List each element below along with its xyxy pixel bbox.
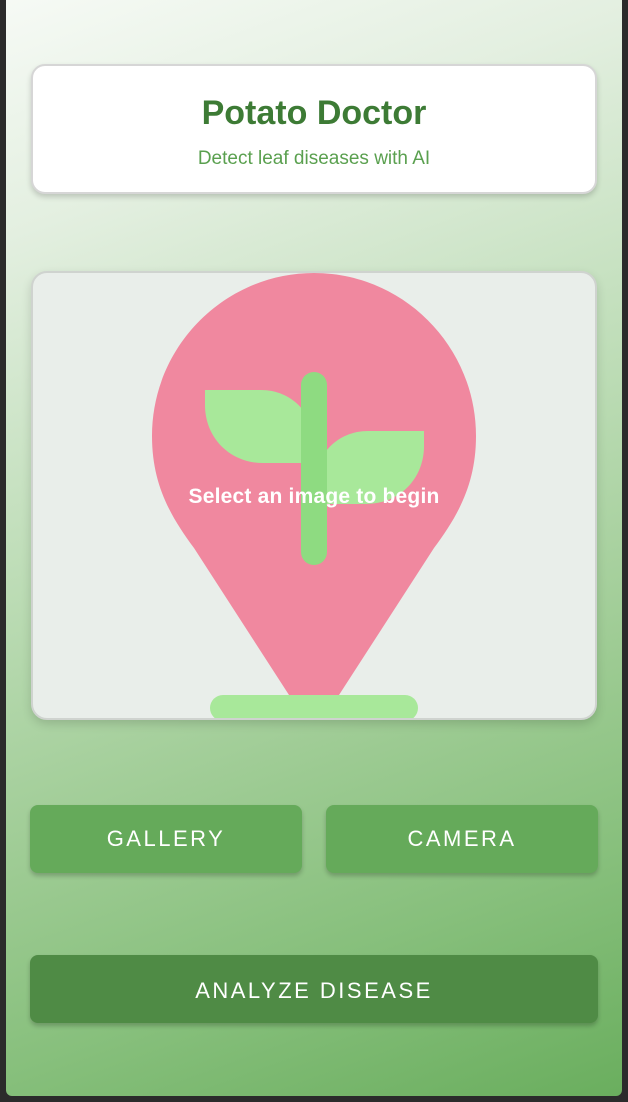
base-bar xyxy=(210,695,418,718)
app-subtitle: Detect leaf diseases with AI xyxy=(197,148,431,169)
app-screen: Potato Doctor Detect leaf diseases with … xyxy=(6,0,622,1096)
placeholder-text: Select an image to begin xyxy=(188,485,440,508)
app-title: Potato Doctor xyxy=(201,94,427,132)
header-card: Potato Doctor Detect leaf diseases with … xyxy=(31,64,597,194)
gallery-button[interactable]: GALLERY xyxy=(30,805,302,873)
analyze-disease-button[interactable]: ANALYZE DISEASE xyxy=(30,955,598,1023)
camera-button[interactable]: CAMERA xyxy=(326,805,598,873)
image-preview-card[interactable]: Select an image to begin xyxy=(31,271,597,720)
stem xyxy=(301,372,327,565)
